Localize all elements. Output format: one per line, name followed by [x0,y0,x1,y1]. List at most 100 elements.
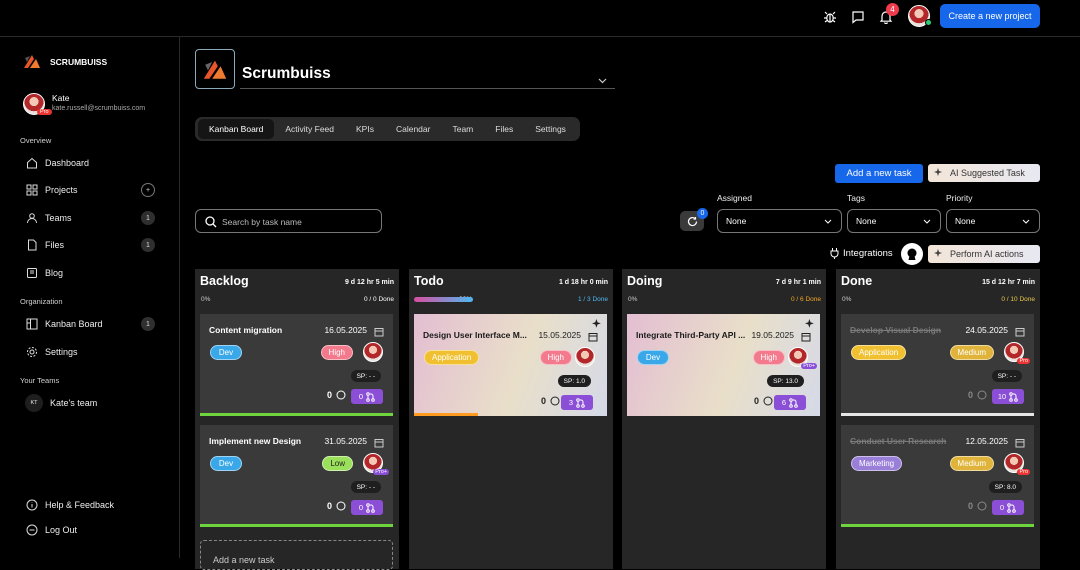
tab-calendar[interactable]: Calendar [385,119,442,139]
pull-requests-button[interactable]: 0 [351,500,383,515]
section-your-teams: Your Teams [20,376,60,385]
sidebar-item-label: Settings [45,347,78,357]
brand-logo-icon [22,51,42,71]
task-date: 24.05.2025 [965,325,1008,335]
help-label: Help & Feedback [45,500,115,510]
task-tag: Application [851,345,907,360]
tab-kanban-board[interactable]: Kanban Board [198,119,275,139]
team-initials: KT [25,394,43,412]
sidebar-item-settings[interactable]: Settings [25,342,155,362]
assigned-select[interactable]: None [717,209,842,233]
assignee-avatar[interactable] [575,347,595,367]
files-count: 1 [141,238,155,252]
file-icon [25,239,38,252]
book-icon [25,267,38,280]
sidebar-item-label: Files [45,240,65,250]
pull-requests-button[interactable]: 0 [351,389,383,404]
info-icon [25,499,38,512]
task-priority: High [320,345,353,360]
chevron-down-icon [824,216,832,226]
github-icon[interactable] [901,243,923,265]
pull-requests-button[interactable]: 3 [561,395,593,410]
pull-request-count: 10 [997,392,1007,401]
task-date: 19.05.2025 [751,330,794,340]
tab-settings[interactable]: Settings [524,119,577,139]
story-points: SP: - - [350,481,381,493]
task-progress-bar [841,524,1034,527]
integrations-link[interactable]: Integrations [830,248,893,259]
task-card[interactable]: Conduct User Research 12.05.2025 Marketing… [841,425,1034,527]
comment-count[interactable]: 0 [327,501,346,511]
teams-count: 1 [141,211,155,225]
project-title: Scrumbuiss [242,65,331,82]
pull-requests-button[interactable]: 6 [774,395,806,410]
task-card[interactable]: Content migration 16.05.2025 Dev High SP: - … [200,314,393,416]
tab-activity-feed[interactable]: Activity Feed [274,119,345,139]
perform-ai-actions-button[interactable]: Perform AI actions [928,245,1040,263]
column-title: Backlog [200,274,249,288]
task-card[interactable]: Integrate Third-Party API ... 19.05.2025 D… [627,314,820,416]
chevron-down-icon [598,71,607,89]
task-title: Design User Interface M... [423,330,527,340]
pro-badge: Pro [37,109,52,115]
comment-count[interactable]: 0 [327,390,346,400]
assignee-badge: Pro [1017,469,1030,475]
ai-suggested-task-button[interactable]: AI Suggested Task [928,164,1040,182]
ai-suggested-label: AI Suggested Task [950,168,1025,178]
add-project-button[interactable]: + [141,183,155,197]
comment-count[interactable]: 0 [968,390,987,400]
column-percent: 0% [201,296,211,303]
pull-requests-button[interactable]: 0 [992,500,1024,515]
task-priority: Low [322,456,353,471]
logout-icon [25,524,38,537]
feedback-icon[interactable] [848,8,868,26]
comment-count[interactable]: 0 [968,501,987,511]
sidebar-item-label: Kate's team [50,398,98,408]
assigned-label: Assigned [717,193,752,203]
add-task-button[interactable]: Add a new task [835,164,923,183]
sidebar-item-dashboard[interactable]: Dashboard [25,153,155,173]
task-tag: Dev [210,345,242,360]
assignee-avatar[interactable] [363,342,383,362]
task-card[interactable]: Implement new Design 31.05.2025 Dev Low Pro+… [200,425,393,527]
column-time-estimate: 1 d 18 hr 0 min [558,279,608,286]
tab-team[interactable]: Team [441,119,484,139]
task-title: Integrate Third-Party API ... [636,330,746,340]
create-project-button[interactable]: Create a new project [940,4,1040,28]
tags-select[interactable]: None [847,209,941,233]
comment-count[interactable]: 0 [541,396,560,406]
task-tag: Application [424,350,480,365]
kanban-column-todo: Todo1 d 18 hr 0 min33%1 / 3 DoneDesign U… [409,269,613,569]
kanban-column-doing: Doing 7 d 9 hr 1 min 0% 0 / 6 Done Integrate… [622,269,826,569]
column-done-count: 0 / 6 Done [791,296,821,303]
column-percent: 0% [628,296,638,303]
sidebar-item-projects[interactable]: Projects + [25,180,155,200]
tab-kpis[interactable]: KPIs [345,119,385,139]
kanban-column-backlog: Backlog 9 d 12 hr 5 min 0% 0 / 0 Done Conten… [195,269,399,570]
task-progress-bar [200,524,393,527]
sidebar-item-blog[interactable]: Blog [25,263,155,283]
help-feedback-link[interactable]: Help & Feedback [25,495,155,515]
task-card[interactable]: Design User Interface M... 15.05.2025 Appl… [414,314,607,416]
sidebar-item-kates-team[interactable]: KT Kate's team [25,393,155,413]
pull-requests-button[interactable]: 10 [992,389,1024,404]
comment-count[interactable]: 0 [754,396,773,406]
sidebar-item-files[interactable]: Files 1 [25,235,155,255]
comment-count-value: 0 [540,396,546,406]
task-date: 31.05.2025 [324,436,367,446]
comment-icon [336,501,346,511]
add-task-card-button[interactable]: Add a new task [200,540,393,570]
search-input[interactable]: Search by task name [195,209,382,233]
tab-files[interactable]: Files [484,119,524,139]
logout-link[interactable]: Log Out [25,520,155,540]
task-card[interactable]: Develop Visual Design 24.05.2025 Applicati… [841,314,1034,416]
sidebar-item-kanban-board[interactable]: Kanban Board 1 [25,314,155,334]
bug-icon[interactable] [820,8,840,26]
project-selector[interactable]: Scrumbuiss [240,65,615,89]
comment-count-value: 0 [326,390,332,400]
sidebar-item-teams[interactable]: Teams 1 [25,208,155,228]
comment-icon [336,390,346,400]
ai-sparkle-icon [592,317,603,335]
priority-select[interactable]: None [946,209,1040,233]
calendar-icon [1015,324,1025,337]
